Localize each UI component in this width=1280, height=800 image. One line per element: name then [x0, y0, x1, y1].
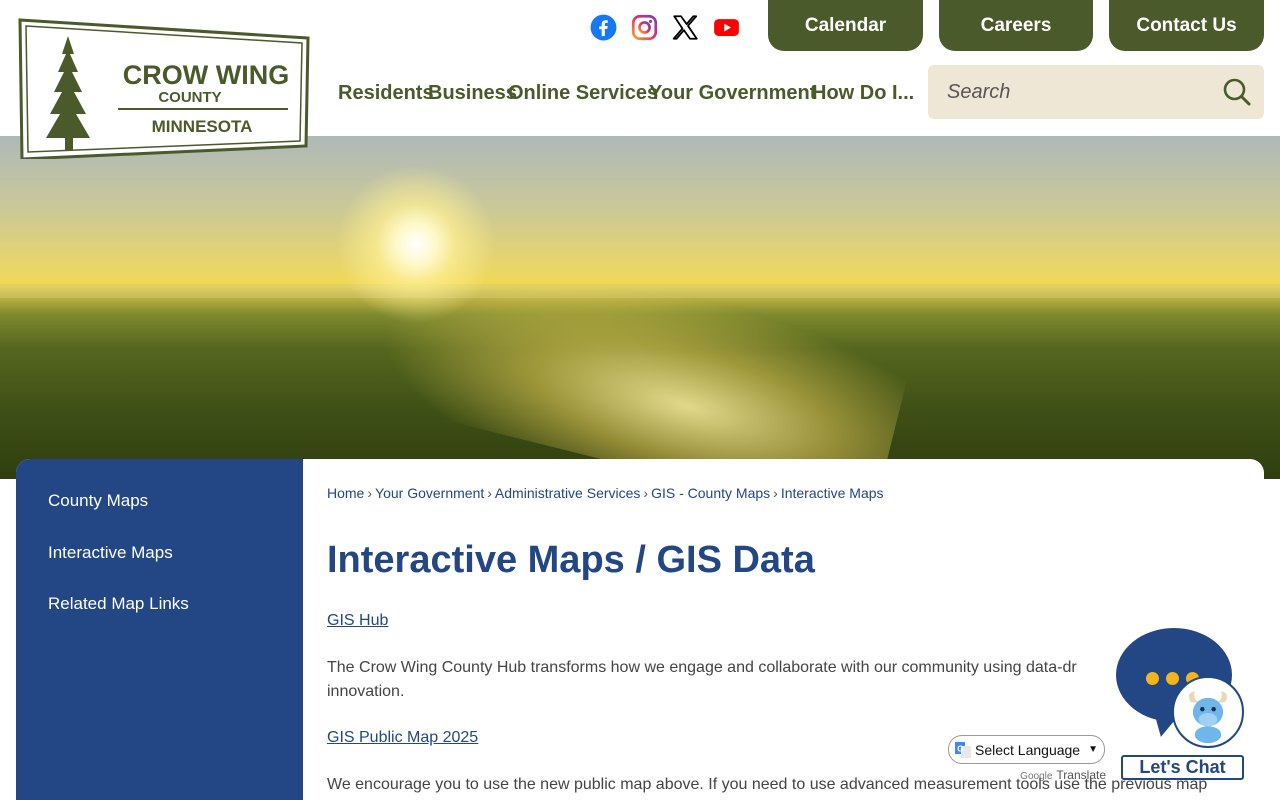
- ox-mascot-avatar: [1172, 676, 1244, 748]
- instagram-icon[interactable]: [631, 14, 658, 41]
- breadcrumb-home[interactable]: Home: [327, 485, 364, 501]
- chat-widget[interactable]: Let's Chat: [1116, 628, 1256, 788]
- main-nav: Residents Business Online Services Your …: [338, 82, 920, 110]
- sidebar-item-related-map-links[interactable]: Related Map Links: [48, 594, 189, 614]
- google-wordmark: Google: [1020, 771, 1053, 782]
- site-header: CROW WING COUNTY MINNESOTA Calendar Care…: [0, 0, 1280, 159]
- language-select[interactable]: G Select Language ▼: [948, 735, 1105, 764]
- sidebar-item-interactive-maps[interactable]: Interactive Maps: [48, 543, 173, 563]
- careers-button[interactable]: Careers: [939, 0, 1093, 51]
- search-box: [928, 65, 1264, 119]
- translate-link[interactable]: Translate: [1056, 768, 1106, 782]
- language-select-label: Select Language: [975, 741, 1081, 758]
- x-icon[interactable]: [672, 14, 699, 41]
- hub-description: The Crow Wing County Hub transforms how …: [327, 656, 1242, 704]
- crow-wing-county-logo[interactable]: CROW WING COUNTY MINNESOTA: [16, 14, 312, 159]
- breadcrumb: Home › Your Government › Administrative Serv…: [327, 485, 884, 501]
- nav-online-services[interactable]: Online Services: [508, 82, 658, 105]
- google-translate-widget: G Select Language ▼ Google Translate: [948, 735, 1106, 782]
- hero-banner-image: [0, 136, 1280, 479]
- nav-residents[interactable]: Residents: [338, 82, 434, 105]
- breadcrumb-administrative-services[interactable]: Administrative Services: [495, 485, 641, 501]
- contact-us-button[interactable]: Contact Us: [1109, 0, 1264, 51]
- nav-your-government[interactable]: Your Government: [649, 82, 816, 105]
- chat-dot: [1146, 672, 1159, 685]
- logo-line-3: MINNESOTA: [152, 117, 253, 136]
- search-input[interactable]: [928, 80, 1208, 104]
- search-icon[interactable]: [1222, 77, 1252, 107]
- hub-description-line-1: The Crow Wing County Hub transforms how …: [327, 659, 1077, 676]
- logo-line-1: CROW WING: [123, 60, 289, 90]
- gis-hub-link[interactable]: GIS Hub: [327, 612, 388, 630]
- powered-by-google: Google Translate: [948, 768, 1106, 782]
- sidebar: County Maps Interactive Maps Related Map…: [16, 459, 303, 800]
- gis-public-map-link[interactable]: GIS Public Map 2025: [327, 729, 478, 747]
- sidebar-item-county-maps[interactable]: County Maps: [48, 491, 148, 511]
- logo-line-2: COUNTY: [158, 89, 221, 106]
- youtube-icon[interactable]: [713, 14, 740, 41]
- chat-dot: [1166, 672, 1179, 685]
- page-title: Interactive Maps / GIS Data: [327, 539, 815, 581]
- top-button-bar: Calendar Careers Contact Us: [768, 0, 1264, 51]
- breadcrumb-interactive-maps[interactable]: Interactive Maps: [781, 485, 884, 501]
- calendar-button[interactable]: Calendar: [768, 0, 923, 51]
- nav-how-do-i[interactable]: How Do I...: [812, 82, 914, 105]
- lets-chat-button[interactable]: Let's Chat: [1121, 755, 1244, 780]
- sun-glow: [336, 164, 496, 324]
- chevron-down-icon: ▼: [1088, 744, 1098, 755]
- google-translate-icon: G: [955, 741, 971, 758]
- hub-description-line-2: innovation.: [327, 683, 405, 700]
- breadcrumb-gis-county-maps[interactable]: GIS - County Maps: [651, 485, 770, 501]
- nav-business[interactable]: Business: [428, 82, 517, 105]
- facebook-icon[interactable]: [590, 14, 617, 41]
- social-links: [590, 14, 740, 41]
- svg-text:G: G: [957, 744, 963, 753]
- breadcrumb-your-government[interactable]: Your Government: [375, 485, 484, 501]
